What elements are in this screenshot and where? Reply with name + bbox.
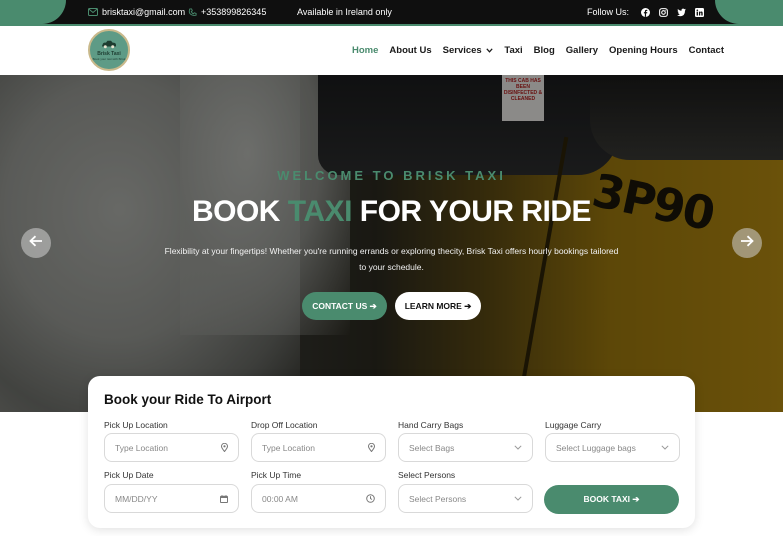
contact-email-text: brisktaxi@gmail.com (102, 7, 186, 17)
instagram-icon[interactable] (659, 7, 668, 17)
hero-description: Flexibility at your fingertips! Whether … (164, 246, 619, 272)
contact-us-button[interactable]: CONTACT US ➔ (302, 292, 387, 320)
hand-bags-select[interactable]: Select Bags (398, 433, 533, 462)
top-bar-right-accent (715, 0, 783, 24)
top-bar: brisktaxi@gmail.com +353899826345 Availa… (0, 0, 783, 26)
chevron-down-icon (514, 496, 522, 501)
pickup-date-label: Pick Up Date (104, 470, 154, 480)
nav-opening-hours[interactable]: Opening Hours (609, 45, 678, 56)
top-bar-left-accent (0, 0, 66, 24)
nav-home[interactable]: Home (352, 45, 378, 56)
pickup-date-input[interactable]: MM/DD/YY (104, 484, 239, 513)
calendar-icon (220, 494, 228, 503)
hand-bags-value: Select Bags (409, 442, 455, 453)
luggage-value: Select Luggage bags (556, 442, 636, 453)
site-logo[interactable]: Brisk Taxi Book your taxi with Brisk (88, 29, 130, 71)
pickup-time-input[interactable]: 00:00 AM (251, 484, 386, 513)
hero-headline-highlight: TAXI (287, 195, 353, 228)
nav-services[interactable]: Services (443, 45, 494, 56)
nav-contact[interactable]: Contact (689, 45, 724, 56)
map-pin-icon (221, 443, 228, 452)
dropoff-location-input[interactable]: Type Location (251, 433, 386, 462)
hero-headline-end: FOR YOUR RIDE (351, 195, 592, 228)
hero-headline-start: BOOK (191, 195, 288, 228)
contact-email[interactable]: brisktaxi@gmail.com (88, 0, 185, 24)
nav-services-label: Services (442, 45, 482, 56)
slider-prev-button[interactable] (21, 228, 51, 258)
map-pin-icon (368, 443, 375, 452)
persons-select[interactable]: Select Persons (398, 484, 533, 513)
dropoff-location-label: Drop Off Location (251, 420, 318, 430)
nav-blog[interactable]: Blog (534, 45, 555, 56)
luggage-label: Luggage Carry (545, 420, 602, 430)
clock-icon (366, 494, 375, 503)
hero-welcome: WELCOME TO BRISK TAXI (277, 168, 506, 183)
hand-bags-label: Hand Carry Bags (398, 420, 464, 430)
chevron-down-icon (514, 445, 522, 450)
facebook-icon[interactable] (641, 7, 651, 17)
pickup-date-placeholder: MM/DD/YY (115, 493, 158, 504)
pickup-location-label: Pick Up Location (104, 420, 168, 430)
availability-text: Available in Ireland only (297, 7, 392, 17)
logo-subtext: Book your taxi with Brisk (92, 56, 126, 61)
envelope-icon (88, 8, 98, 16)
nav-taxi[interactable]: Taxi (504, 45, 522, 56)
twitter-icon[interactable] (677, 8, 687, 17)
pickup-time-placeholder: 00:00 AM (262, 493, 298, 504)
follow-us: Follow Us: (587, 0, 705, 24)
learn-more-button[interactable]: LEARN MORE ➔ (395, 292, 481, 320)
site-header: Brisk Taxi Book your taxi with Brisk Hom… (0, 26, 783, 75)
chevron-down-icon (661, 445, 669, 450)
chevron-down-icon (486, 48, 494, 55)
persons-label: Select Persons (398, 470, 456, 480)
pickup-time-label: Pick Up Time (251, 470, 302, 480)
luggage-select[interactable]: Select Luggage bags (545, 433, 680, 462)
book-taxi-button[interactable]: BOOK TAXI ➔ (544, 485, 679, 514)
social-links (641, 7, 705, 17)
contact-phone-text: +353899826345 (201, 7, 267, 17)
dropoff-location-placeholder: Type Location (262, 442, 315, 453)
contact-phone[interactable]: +353899826345 (188, 0, 266, 24)
pickup-location-placeholder: Type Location (115, 442, 168, 453)
hero-headline: BOOK TAXI FOR YOUR RIDE (0, 195, 783, 229)
booking-title: Book your Ride To Airport (104, 392, 272, 407)
follow-us-label: Follow Us: (587, 7, 630, 17)
phone-icon (188, 7, 197, 17)
persons-value: Select Persons (409, 493, 467, 504)
nav-about-us[interactable]: About Us (389, 45, 431, 56)
arrow-left-icon (29, 234, 43, 252)
arrow-right-icon (740, 234, 754, 252)
taxi-car-icon (101, 40, 117, 51)
main-nav: Home About Us Services Taxi Blog Gallery… (352, 26, 724, 75)
pickup-location-input[interactable]: Type Location (104, 433, 239, 462)
slider-next-button[interactable] (732, 228, 762, 258)
hero-slider: THIS CAB HAS BEEN DISINFECTED & CLEANED … (0, 75, 783, 412)
nav-gallery[interactable]: Gallery (566, 45, 598, 56)
booking-form: Book your Ride To Airport Pick Up Locati… (88, 376, 695, 528)
linkedin-icon[interactable] (695, 7, 705, 17)
